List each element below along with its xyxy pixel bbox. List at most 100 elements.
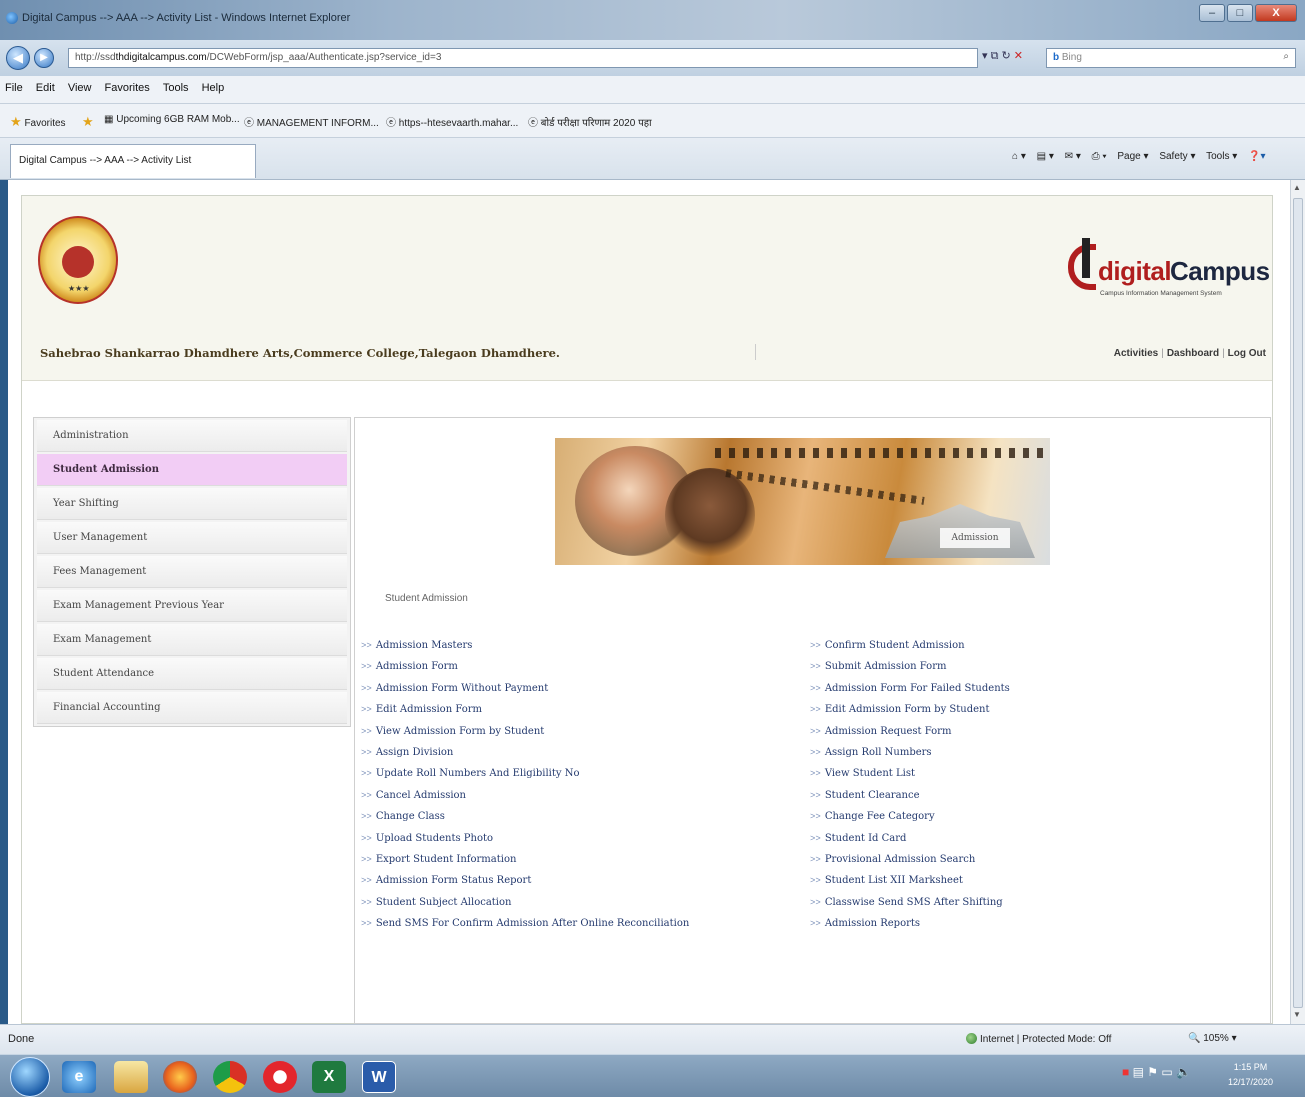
link-student-list-xii-marksheet[interactable]: >> Student List XII Marksheet: [810, 875, 1240, 896]
favorite-link-2[interactable]: ⓔ MANAGEMENT INFORM...: [244, 114, 379, 129]
sidebar-item-fees-management[interactable]: Fees Management: [37, 556, 347, 588]
safety-menu[interactable]: Safety ▾: [1159, 151, 1195, 162]
menu-tools[interactable]: Tools: [158, 76, 194, 100]
link-change-fee-category[interactable]: >> Change Fee Category: [810, 811, 1240, 832]
print-icon[interactable]: ⎙ ▾: [1092, 151, 1107, 162]
network-icon[interactable]: ▤: [1133, 1065, 1144, 1079]
link-admission-form-status-report[interactable]: >> Admission Form Status Report: [361, 875, 791, 896]
volume-icon[interactable]: 🔈: [1176, 1065, 1191, 1079]
link-confirm-student-admission[interactable]: >> Confirm Student Admission: [810, 640, 1240, 661]
stop-icon[interactable]: ✕: [1014, 50, 1023, 62]
close-button[interactable]: X: [1255, 4, 1297, 22]
favorite-link-3[interactable]: ⓔ https--htesevaarth.mahar...: [386, 114, 518, 129]
link-classwise-send-sms[interactable]: >> Classwise Send SMS After Shifting: [810, 897, 1240, 918]
scroll-up-icon[interactable]: ▲: [1293, 183, 1301, 192]
brand-tagline: Campus Information Management System: [1100, 290, 1222, 297]
favorites-button[interactable]: ★ Favorites: [10, 114, 66, 130]
link-assign-roll-numbers[interactable]: >> Assign Roll Numbers: [810, 747, 1240, 768]
favorite-link-4[interactable]: ⓔ बोर्ड परीक्षा परिणाम 2020 पहा: [528, 114, 652, 129]
tools-menu[interactable]: Tools ▾: [1206, 151, 1237, 162]
link-update-roll-numbers[interactable]: >> Update Roll Numbers And Eligibility No: [361, 768, 791, 789]
link-provisional-admission-search[interactable]: >> Provisional Admission Search: [810, 854, 1240, 875]
dashboard-link[interactable]: Dashboard: [1167, 348, 1219, 359]
forward-button[interactable]: ▶: [34, 48, 54, 68]
add-favorite-icon[interactable]: ★: [82, 114, 94, 130]
home-icon[interactable]: ⌂ ▾: [1012, 151, 1026, 162]
vertical-scrollbar[interactable]: ▲ ▼: [1290, 180, 1305, 1024]
zoom-level[interactable]: 🔍 105% ▾: [1188, 1033, 1237, 1044]
menu-file[interactable]: File: [0, 76, 28, 100]
firefox-icon[interactable]: [163, 1061, 197, 1093]
link-upload-students-photo[interactable]: >> Upload Students Photo: [361, 833, 791, 854]
link-submit-admission-form[interactable]: >> Submit Admission Form: [810, 661, 1240, 682]
search-icon[interactable]: ⌕: [1283, 51, 1289, 62]
menu-edit[interactable]: Edit: [31, 76, 60, 100]
link-admission-masters[interactable]: >> Admission Masters: [361, 640, 791, 661]
link-view-admission-form-by-student[interactable]: >> View Admission Form by Student: [361, 726, 791, 747]
sidebar-item-student-admission[interactable]: Student Admission: [37, 454, 347, 486]
sidebar-item-exam-management-previous-year[interactable]: Exam Management Previous Year: [37, 590, 347, 622]
refresh-icon[interactable]: ↻: [1002, 50, 1011, 62]
link-view-student-list[interactable]: >> View Student List: [810, 768, 1240, 789]
link-admission-reports[interactable]: >> Admission Reports: [810, 918, 1240, 939]
minimize-button[interactable]: –: [1199, 4, 1225, 22]
sidebar-item-user-management[interactable]: User Management: [37, 522, 347, 554]
security-zone[interactable]: Internet | Protected Mode: Off: [966, 1033, 1111, 1045]
opera-icon[interactable]: [263, 1061, 297, 1093]
activities-link[interactable]: Activities: [1114, 348, 1158, 359]
maximize-button[interactable]: □: [1227, 4, 1253, 22]
internet-explorer-icon[interactable]: e: [62, 1061, 96, 1093]
url-prefix: http://ssd: [75, 52, 116, 63]
link-student-id-card[interactable]: >> Student Id Card: [810, 833, 1240, 854]
flag-icon[interactable]: ⚑: [1147, 1065, 1158, 1079]
link-export-student-information[interactable]: >> Export Student Information: [361, 854, 791, 875]
logout-link[interactable]: Log Out: [1228, 348, 1266, 359]
page-menu[interactable]: Page ▾: [1117, 151, 1148, 162]
link-student-subject-allocation[interactable]: >> Student Subject Allocation: [361, 897, 791, 918]
display-icon[interactable]: ▭: [1161, 1065, 1172, 1079]
link-assign-division[interactable]: >> Assign Division: [361, 747, 791, 768]
sidebar-item-year-shifting[interactable]: Year Shifting: [37, 488, 347, 520]
sidebar-item-financial-accounting[interactable]: Financial Accounting: [37, 692, 347, 724]
menu-view[interactable]: View: [63, 76, 97, 100]
tab-activity-list[interactable]: Digital Campus --> AAA --> Activity List: [10, 144, 256, 178]
link-admission-form-failed-students[interactable]: >> Admission Form For Failed Students: [810, 683, 1240, 704]
file-explorer-icon[interactable]: [114, 1061, 148, 1093]
dropdown-icon[interactable]: ▾: [982, 50, 988, 62]
sidebar-item-administration[interactable]: Administration: [37, 420, 347, 452]
taskbar: e X W ■ ▤ ⚑ ▭ 🔈 1:15 PM 12/17/2020: [0, 1054, 1305, 1097]
status-bar: Done Internet | Protected Mode: Off 🔍 10…: [0, 1024, 1305, 1054]
compatibility-icon[interactable]: ⧉: [991, 50, 999, 62]
excel-icon[interactable]: X: [312, 1061, 346, 1093]
clock[interactable]: 1:15 PM 12/17/2020: [1228, 1060, 1273, 1090]
security-icon[interactable]: ■: [1122, 1065, 1129, 1079]
link-admission-form[interactable]: >> Admission Form: [361, 661, 791, 682]
help-icon[interactable]: ❓▾: [1248, 151, 1265, 162]
scroll-down-icon[interactable]: ▼: [1293, 1010, 1301, 1019]
search-input[interactable]: b Bing ⌕: [1046, 48, 1296, 68]
feeds-icon[interactable]: ▤ ▾: [1037, 151, 1054, 162]
back-button[interactable]: ◀: [6, 46, 30, 70]
favorite-link-1[interactable]: ▦ Upcoming 6GB RAM Mob...: [104, 114, 240, 125]
banner-label: Admission: [940, 528, 1010, 548]
link-change-class[interactable]: >> Change Class: [361, 811, 791, 832]
internet-explorer-icon: [6, 12, 18, 24]
link-admission-form-without-payment[interactable]: >> Admission Form Without Payment: [361, 683, 791, 704]
scrollbar-thumb[interactable]: [1293, 198, 1303, 1008]
link-student-clearance[interactable]: >> Student Clearance: [810, 790, 1240, 811]
sidebar-item-exam-management[interactable]: Exam Management: [37, 624, 347, 656]
link-edit-admission-form-by-student[interactable]: >> Edit Admission Form by Student: [810, 704, 1240, 725]
menu-favorites[interactable]: Favorites: [100, 76, 155, 100]
link-edit-admission-form[interactable]: >> Edit Admission Form: [361, 704, 791, 725]
menu-help[interactable]: Help: [197, 76, 230, 100]
mail-icon[interactable]: ✉ ▾: [1065, 151, 1081, 162]
sidebar-item-student-attendance[interactable]: Student Attendance: [37, 658, 347, 690]
link-cancel-admission[interactable]: >> Cancel Admission: [361, 790, 791, 811]
chrome-icon[interactable]: [213, 1061, 247, 1093]
address-input[interactable]: http://ssdthdigitalcampus.com/DCWebForm/…: [68, 48, 978, 68]
admission-links-right: >> Confirm Student Admission >> Submit Adm…: [810, 640, 1240, 939]
link-send-sms-confirm-admission[interactable]: >> Send SMS For Confirm Admission After O…: [361, 918, 791, 939]
word-icon[interactable]: W: [362, 1061, 396, 1093]
link-admission-request-form[interactable]: >> Admission Request Form: [810, 726, 1240, 747]
start-button[interactable]: [10, 1057, 50, 1097]
